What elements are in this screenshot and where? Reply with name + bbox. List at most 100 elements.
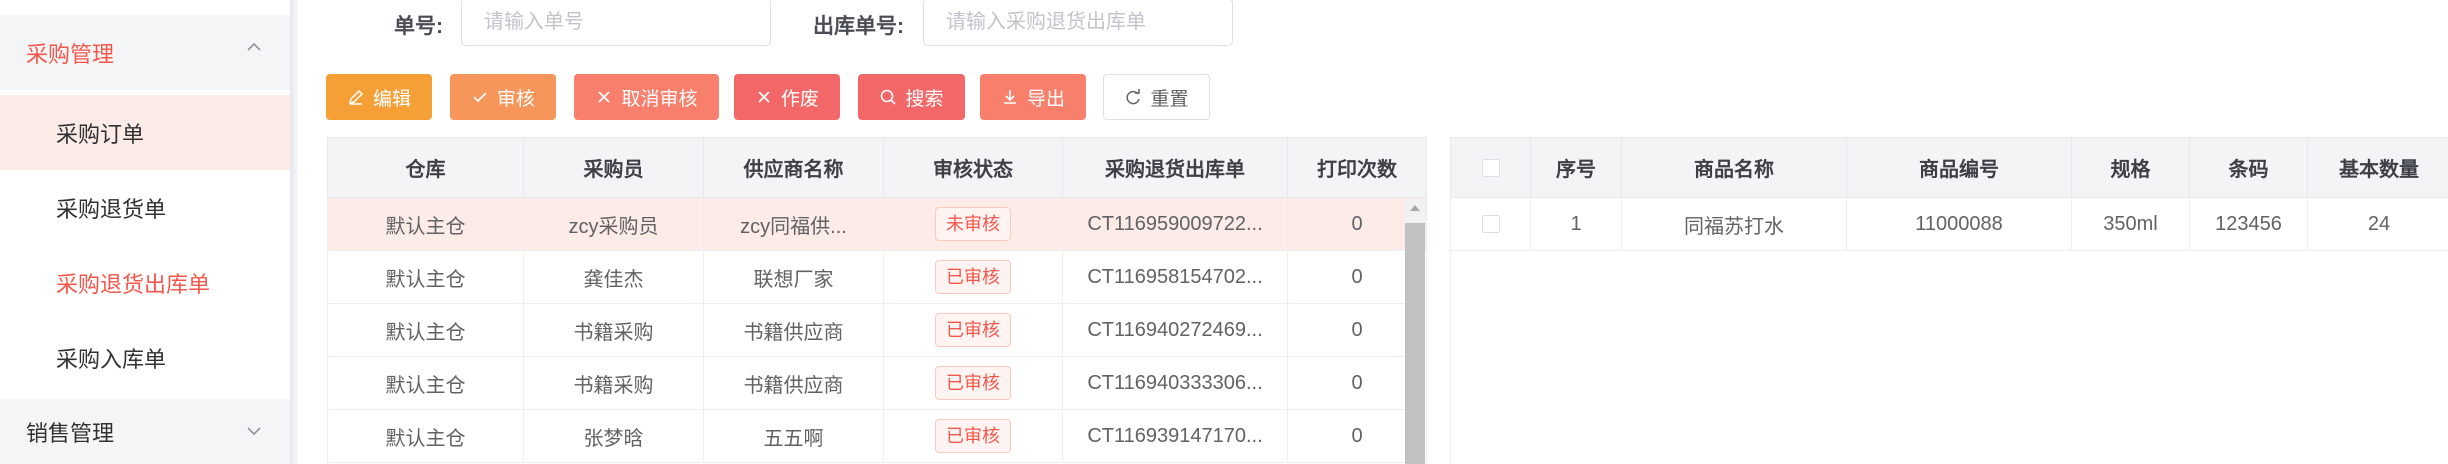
column-header-product-name[interactable]: 商品名称 <box>1621 137 1847 198</box>
order-no-input[interactable] <box>461 0 771 46</box>
search-icon <box>881 89 897 105</box>
menu-group-purchase-label: 采购管理 <box>26 41 115 67</box>
table-row[interactable]: 默认主仓 zcy采购员 zcy同福供... 未审核 CT116959009722… <box>327 197 1427 251</box>
cell-supplier: 书籍供应商 <box>703 356 884 410</box>
cell-status: 未审核 <box>883 197 1063 251</box>
cancel-approve-button[interactable]: 取消审核 <box>574 74 719 120</box>
table-row[interactable]: 1 同福苏打水 11000088 350ml 123456 24 <box>1450 197 2448 251</box>
export-button-label: 导出 <box>1026 88 1065 110</box>
sidebar-item-label: 采购退货出库单 <box>56 271 211 297</box>
approve-button[interactable]: 审核 <box>450 74 556 120</box>
column-header-index[interactable]: 序号 <box>1530 137 1622 198</box>
row-select-cell <box>1450 197 1531 251</box>
cell-doc-no: CT116940333306... <box>1062 356 1288 410</box>
column-header-product-code[interactable]: 商品编号 <box>1846 137 2072 198</box>
cell-status: 已审核 <box>883 409 1063 463</box>
column-header-doc-no[interactable]: 采购退货出库单 <box>1062 137 1288 198</box>
download-icon <box>1003 90 1016 104</box>
sidebar-item-purchase-inbound[interactable]: 采购入库单 <box>0 320 290 395</box>
detail-table-empty-area <box>1450 252 2448 464</box>
menu-group-sales-label: 销售管理 <box>26 420 115 446</box>
scroll-up-arrow-icon[interactable] <box>1410 205 1420 211</box>
cell-product-code: 11000088 <box>1846 197 2072 251</box>
search-button[interactable]: 搜索 <box>858 74 965 120</box>
search-button-label: 搜索 <box>905 88 944 110</box>
cell-product-name: 同福苏打水 <box>1621 197 1847 251</box>
cell-warehouse: 默认主仓 <box>327 303 524 357</box>
status-badge: 已审核 <box>935 260 1011 294</box>
cell-doc-no: CT116940272469... <box>1062 303 1288 357</box>
void-button[interactable]: 作废 <box>734 74 840 120</box>
column-header-qty[interactable]: 基本数量 <box>2307 137 2448 198</box>
column-header-prints[interactable]: 打印次数 <box>1287 137 1427 198</box>
void-button-label: 作废 <box>780 88 819 110</box>
table-row[interactable]: 默认主仓 书籍采购 书籍供应商 已审核 CT116940333306... 0 <box>327 356 1427 410</box>
column-header-spec[interactable]: 规格 <box>2071 137 2190 198</box>
cell-buyer: 书籍采购 <box>523 356 704 410</box>
edit-button[interactable]: 编辑 <box>326 74 432 120</box>
cell-doc-no: CT116958154702... <box>1062 250 1288 304</box>
outbound-no-input[interactable] <box>923 0 1233 46</box>
scrollbar-thumb[interactable] <box>1405 223 1425 464</box>
sidebar-item-label: 采购订单 <box>56 121 145 147</box>
cell-buyer: 张梦晗 <box>523 409 704 463</box>
edit-button-label: 编辑 <box>372 88 411 110</box>
select-all-checkbox[interactable] <box>1481 158 1500 177</box>
approve-button-label: 审核 <box>496 88 535 110</box>
close-icon <box>758 91 770 103</box>
cell-status: 已审核 <box>883 303 1063 357</box>
column-header-buyer[interactable]: 采购员 <box>523 137 704 198</box>
outbound-table: 仓库 采购员 供应商名称 审核状态 采购退货出库单 打印次数 默认主仓 zcy采… <box>327 137 1427 463</box>
menu-group-purchase[interactable]: 采购管理 <box>0 15 290 90</box>
chevron-up-icon <box>247 42 261 51</box>
close-icon <box>598 91 611 103</box>
sidebar-item-label: 采购入库单 <box>56 346 167 372</box>
table-row[interactable]: 默认主仓 龚佳杰 联想厂家 已审核 CT116958154702... 0 <box>327 250 1427 304</box>
cell-buyer: 书籍采购 <box>523 303 704 357</box>
menu-group-sales[interactable]: 销售管理 <box>0 399 290 464</box>
reset-button[interactable]: 重置 <box>1103 74 1210 120</box>
column-header-status[interactable]: 审核状态 <box>883 137 1063 198</box>
cell-barcode: 123456 <box>2189 197 2308 251</box>
select-all-cell <box>1450 137 1531 198</box>
cell-supplier: 联想厂家 <box>703 250 884 304</box>
cell-warehouse: 默认主仓 <box>327 409 524 463</box>
check-icon <box>473 92 487 103</box>
sidebar-item-purchase-return-outbound[interactable]: 采购退货出库单 <box>0 245 290 320</box>
cell-supplier: 五五啊 <box>703 409 884 463</box>
cell-index: 1 <box>1530 197 1622 251</box>
cell-buyer: 龚佳杰 <box>523 250 704 304</box>
cell-warehouse: 默认主仓 <box>327 197 524 251</box>
table-row[interactable]: 默认主仓 张梦晗 五五啊 已审核 CT116939147170... 0 <box>327 409 1427 463</box>
sidebar-divider <box>290 0 298 464</box>
sidebar-item-purchase-order[interactable]: 采购订单 <box>0 95 290 170</box>
cell-warehouse: 默认主仓 <box>327 356 524 410</box>
outbound-no-label: 出库单号: <box>813 15 904 38</box>
cell-status: 已审核 <box>883 250 1063 304</box>
reset-button-label: 重置 <box>1150 88 1189 110</box>
row-checkbox[interactable] <box>1481 215 1500 234</box>
column-header-supplier[interactable]: 供应商名称 <box>703 137 884 198</box>
column-header-barcode[interactable]: 条码 <box>2189 137 2308 198</box>
column-header-warehouse[interactable]: 仓库 <box>327 137 524 198</box>
status-badge: 未审核 <box>935 207 1011 241</box>
chevron-down-icon <box>247 427 261 436</box>
cell-doc-no: CT116939147170... <box>1062 409 1288 463</box>
cell-spec: 350ml <box>2071 197 2190 251</box>
table-row[interactable]: 默认主仓 书籍采购 书籍供应商 已审核 CT116940272469... 0 <box>327 303 1427 357</box>
cell-status: 已审核 <box>883 356 1063 410</box>
status-badge: 已审核 <box>935 366 1011 400</box>
detail-table: 序号 商品名称 商品编号 规格 条码 基本数量 1 同福苏打水 11000088… <box>1450 137 2448 251</box>
cancel-approve-button-label: 取消审核 <box>621 88 698 110</box>
export-button[interactable]: 导出 <box>980 74 1086 120</box>
table-scrollbar[interactable] <box>1405 199 1425 464</box>
status-badge: 已审核 <box>935 313 1011 347</box>
cell-supplier: 书籍供应商 <box>703 303 884 357</box>
sidebar-item-purchase-return[interactable]: 采购退货单 <box>0 170 290 245</box>
sidebar-item-label: 采购退货单 <box>56 196 167 222</box>
cell-warehouse: 默认主仓 <box>327 250 524 304</box>
cell-qty: 24 <box>2307 197 2448 251</box>
refresh-icon <box>1126 89 1141 105</box>
sidebar: 采购管理 采购订单 采购退货单 采购退货出库单 采购入库单 销售管理 <box>0 0 290 464</box>
order-no-label: 单号: <box>394 15 443 38</box>
